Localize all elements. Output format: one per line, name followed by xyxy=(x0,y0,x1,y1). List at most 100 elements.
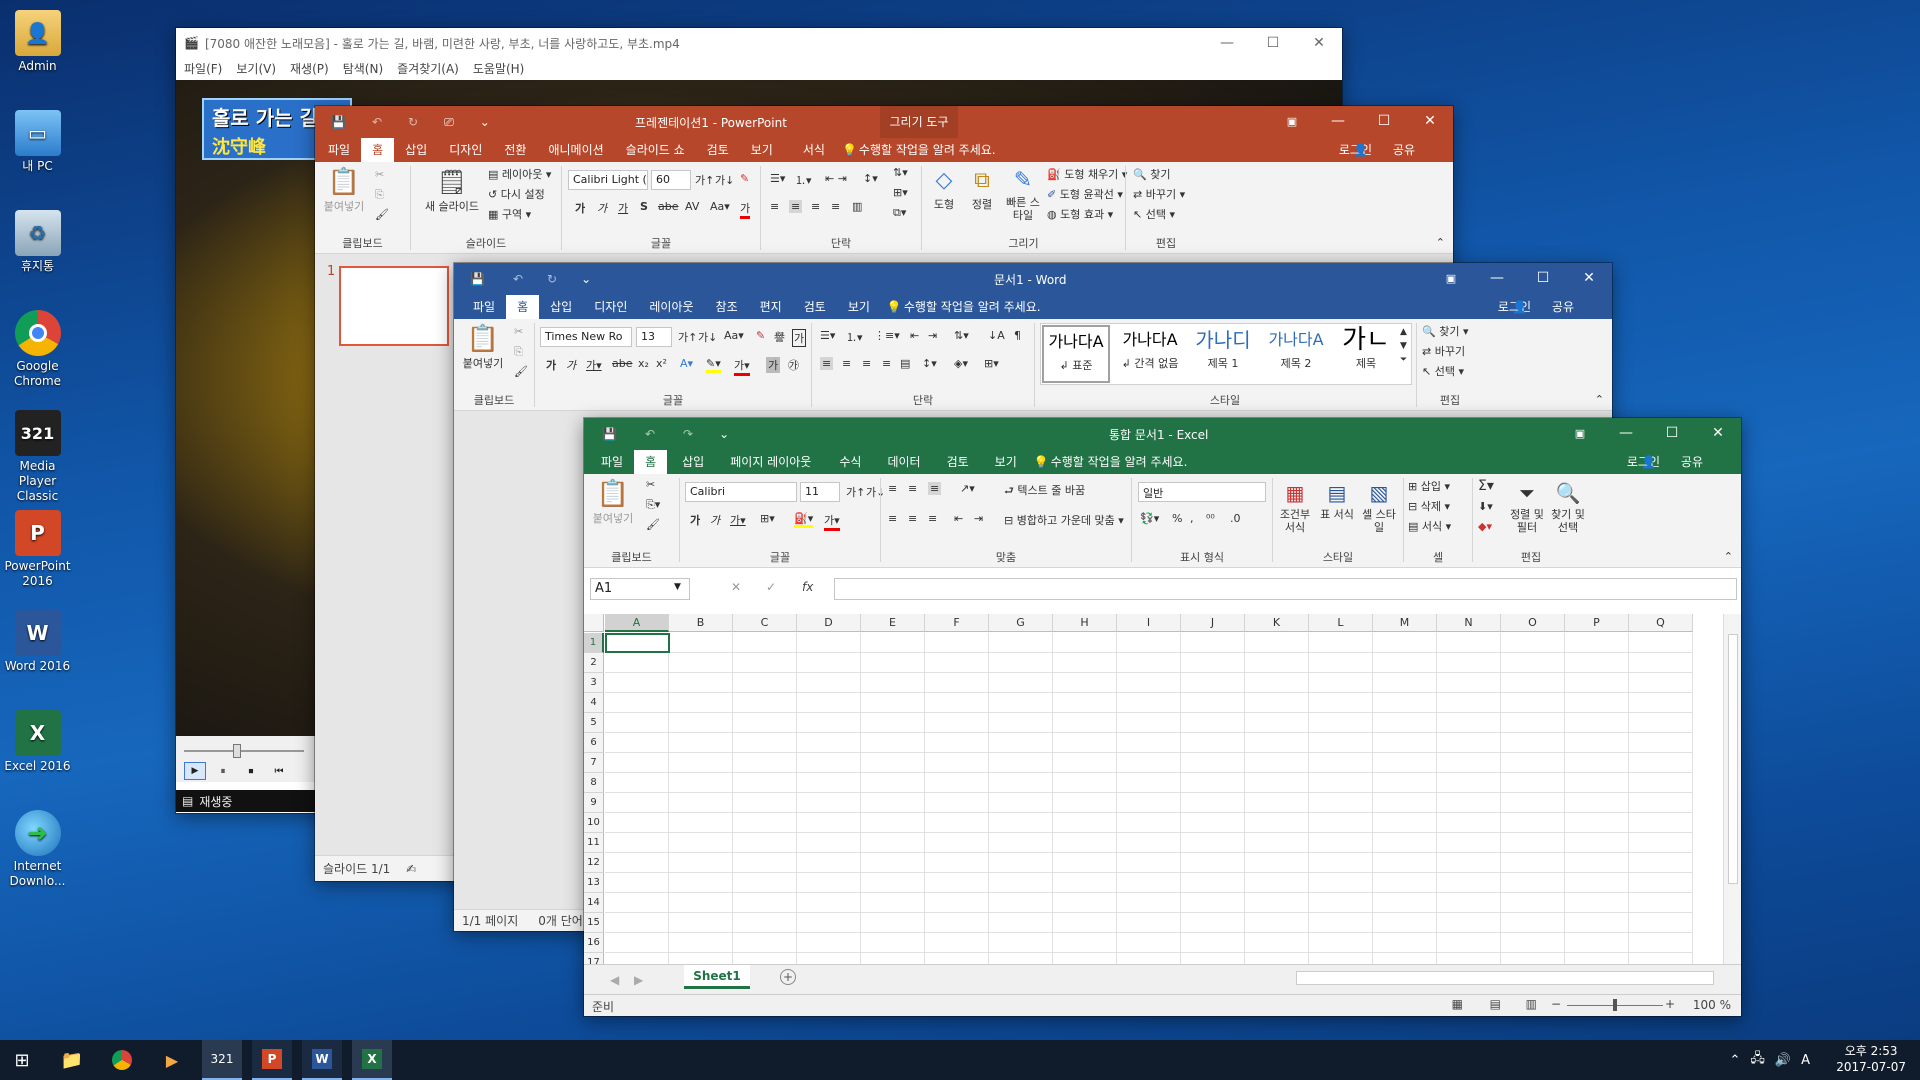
align-center-icon[interactable]: ≡ xyxy=(789,200,803,213)
styles-more-icon[interactable]: ▲ ▼ ⏷ xyxy=(1400,325,1407,367)
zoom-in-icon[interactable]: + xyxy=(1665,997,1675,1011)
formula-input[interactable] xyxy=(834,578,1737,600)
save-icon[interactable]: 💾 xyxy=(602,427,617,441)
autosum-icon[interactable]: Σ▾ xyxy=(1478,478,1494,494)
menu-help[interactable]: 도움말(H) xyxy=(473,60,525,77)
taskbar-media-player[interactable]: 321 xyxy=(202,1040,242,1080)
row-header[interactable]: 15 xyxy=(584,913,604,933)
clock[interactable]: 오후 2:53 2017-07-07 xyxy=(1836,1043,1906,1075)
shadow-icon[interactable]: S xyxy=(640,200,648,213)
horizontal-scrollbar[interactable] xyxy=(1296,971,1714,985)
customize-icon[interactable]: ⌄ xyxy=(480,115,490,129)
format-cells-button[interactable]: ▤ 서식 ▾ xyxy=(1408,518,1451,534)
column-header[interactable]: N xyxy=(1437,614,1501,632)
column-header[interactable]: P xyxy=(1565,614,1629,632)
change-case-icon[interactable]: Aa▾ xyxy=(710,200,730,213)
tab-insert[interactable]: 삽입 xyxy=(539,295,583,319)
underline-icon[interactable]: 가 xyxy=(618,200,628,216)
justify-icon[interactable]: ≡ xyxy=(831,200,840,213)
close-button[interactable]: ✕ xyxy=(1296,28,1342,58)
tab-review[interactable]: 검토 xyxy=(696,138,740,162)
desktop-icon-powerpoint[interactable]: P PowerPoint 2016 xyxy=(0,510,75,589)
italic-icon[interactable]: 가 xyxy=(597,200,607,216)
maximize-button[interactable]: ☐ xyxy=(1520,263,1566,293)
menu-view[interactable]: 보기(V) xyxy=(236,60,276,77)
taskbar-word[interactable]: W xyxy=(302,1040,342,1080)
font-color-icon[interactable]: 가▾ xyxy=(734,357,750,376)
increase-indent-icon[interactable]: ⇥ xyxy=(974,512,983,525)
collapse-ribbon-icon[interactable]: ⌃ xyxy=(1724,550,1733,563)
align-middle-icon[interactable]: ≡ xyxy=(908,482,917,495)
layout-button[interactable]: ▤ 레이아웃 ▾ xyxy=(488,166,551,182)
vertical-scrollbar[interactable] xyxy=(1723,614,1741,964)
clear-format-icon[interactable]: ✎ xyxy=(756,329,765,342)
align-right-icon[interactable]: ≡ xyxy=(928,512,937,525)
tab-home[interactable]: 홈 xyxy=(634,450,668,474)
font-size-box[interactable]: 13 xyxy=(636,327,672,347)
tell-me-box[interactable]: 수행할 작업을 알려 주세요. xyxy=(1049,450,1199,474)
network-icon[interactable]: 🖧 xyxy=(1750,1049,1765,1071)
row-header[interactable]: 5 xyxy=(584,713,604,733)
share-icon[interactable]: 👤 공유 xyxy=(1619,450,1725,474)
tab-page-layout[interactable]: 페이지 레이아웃 xyxy=(719,450,822,474)
menu-file[interactable]: 파일(F) xyxy=(184,60,222,77)
add-sheet-icon[interactable]: + xyxy=(780,969,796,985)
close-button[interactable]: ✕ xyxy=(1407,106,1453,136)
shape-outline-button[interactable]: ✐ 도형 윤곽선 ▾ xyxy=(1047,186,1123,202)
tab-format[interactable]: 서식 xyxy=(792,138,836,162)
decrease-indent-icon[interactable]: ⇤ xyxy=(954,512,963,525)
seek-handle[interactable] xyxy=(233,744,241,758)
select-button[interactable]: ↖ 선택 ▾ xyxy=(1422,363,1464,379)
bold-icon[interactable]: 가 xyxy=(575,200,585,216)
start-button[interactable]: ⊞ xyxy=(2,1040,42,1080)
tab-design[interactable]: 디자인 xyxy=(583,295,638,319)
row-header[interactable]: 7 xyxy=(584,753,604,773)
undo-icon[interactable]: ↶ xyxy=(513,272,523,286)
show-marks-icon[interactable]: ¶ xyxy=(1014,329,1021,342)
strikethrough-icon[interactable]: abe xyxy=(658,200,679,213)
enter-icon[interactable]: ✓ xyxy=(766,580,776,594)
collapse-ribbon-icon[interactable]: ⌃ xyxy=(1436,236,1445,249)
row-header[interactable]: 1 xyxy=(584,633,604,653)
tab-design[interactable]: 디자인 xyxy=(438,138,493,162)
tab-file[interactable]: 파일 xyxy=(317,138,361,162)
row-header[interactable]: 16 xyxy=(584,933,604,953)
prev-sheet-icon[interactable]: ◀ xyxy=(610,973,619,987)
format-table-button[interactable]: ▤ 표 서식 xyxy=(1318,478,1356,521)
tab-layout[interactable]: 레이아웃 xyxy=(638,295,704,319)
column-header[interactable]: I xyxy=(1117,614,1181,632)
menu-navigate[interactable]: 탐색(N) xyxy=(343,60,383,77)
borders-icon[interactable]: ⊞▾ xyxy=(760,512,775,525)
phonetic-icon[interactable]: 譽 xyxy=(774,329,785,345)
style-normal[interactable]: 가나다A ↲ 표준 xyxy=(1042,325,1110,383)
align-right-icon[interactable]: ≡ xyxy=(862,357,871,370)
distribute-icon[interactable]: ▤ xyxy=(900,357,910,370)
align-bottom-icon[interactable]: ≡ xyxy=(928,482,942,495)
tab-insert[interactable]: 삽입 xyxy=(671,450,715,474)
worksheet-grid[interactable]: ABCDEFGHIJKLMNOPQ 1 2 3 4 5 6 7 8 9 10 11 12 13 14 15 1… xyxy=(584,614,1722,964)
slide-thumbnail[interactable] xyxy=(339,266,449,346)
save-icon[interactable]: 💾 xyxy=(331,115,346,129)
desktop-icon-excel[interactable]: X Excel 2016 xyxy=(0,710,75,774)
underline-icon[interactable]: 가▾ xyxy=(586,357,602,373)
desktop-icon-media-player[interactable]: 321 Media Player Classic xyxy=(0,410,75,504)
line-spacing-icon[interactable]: ↕▾ xyxy=(863,172,878,185)
tab-slideshow[interactable]: 슬라이드 쇼 xyxy=(615,138,696,162)
undo-icon[interactable]: ↶ xyxy=(645,427,655,441)
italic-icon[interactable]: 가 xyxy=(566,357,576,373)
number-format-box[interactable]: 일반 xyxy=(1138,482,1266,502)
column-header[interactable]: Q xyxy=(1629,614,1693,632)
highlight-icon[interactable]: ✎▾ xyxy=(706,357,721,373)
row-header[interactable]: 13 xyxy=(584,873,604,893)
row-header[interactable]: 6 xyxy=(584,733,604,753)
minimize-button[interactable]: — xyxy=(1474,263,1520,293)
arrange-button[interactable]: ⧉ 정렬 xyxy=(965,166,999,212)
selected-cell-a1[interactable] xyxy=(605,633,670,653)
column-header[interactable]: D xyxy=(797,614,861,632)
tab-view[interactable]: 보기 xyxy=(740,138,784,162)
superscript-icon[interactable]: x² xyxy=(656,357,667,370)
orientation-icon[interactable]: ↗▾ xyxy=(960,482,975,495)
ribbon-display-icon[interactable]: ▣ xyxy=(1428,263,1474,293)
tab-mailings[interactable]: 편지 xyxy=(749,295,793,319)
redo-icon[interactable]: ↻ xyxy=(547,272,557,286)
